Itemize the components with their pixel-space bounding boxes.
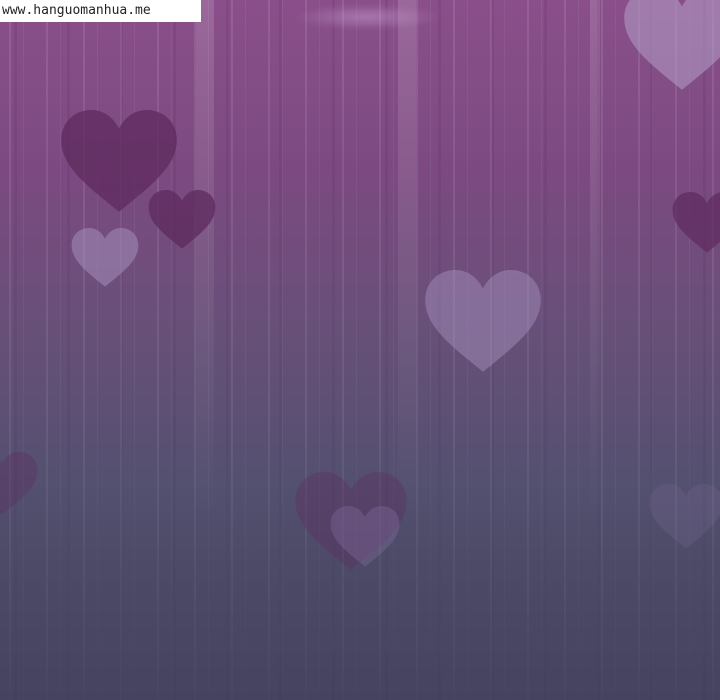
heart-shape: [148, 190, 216, 249]
heart-center-light-icon: [425, 270, 541, 372]
vertical-stripes: [0, 0, 720, 700]
heart-right-edge-icon: [672, 192, 720, 253]
light-stripe: [590, 0, 600, 520]
heart-small-light-icon: [71, 228, 139, 287]
light-stripe: [398, 0, 416, 520]
watermark-url: www.hanguomanhua.me: [0, 0, 201, 22]
heart-left-edge-icon: [0, 452, 38, 515]
heart-shape: [71, 228, 139, 287]
background-scene: [0, 0, 720, 700]
heart-shape: [649, 484, 720, 549]
heart-shape: [425, 270, 541, 372]
heart-shape: [672, 192, 720, 253]
heart-shape: [330, 506, 400, 567]
heart-shape: [624, 0, 720, 90]
blurred-title: [292, 4, 442, 30]
light-stripe: [196, 0, 214, 520]
heart-small-dark-icon: [148, 190, 216, 249]
heart-bottom-light-icon: [330, 506, 400, 567]
heart-shape: [0, 452, 38, 515]
heart-bottom-right-faint-icon: [649, 484, 720, 549]
heart-top-right-icon: [624, 0, 720, 90]
